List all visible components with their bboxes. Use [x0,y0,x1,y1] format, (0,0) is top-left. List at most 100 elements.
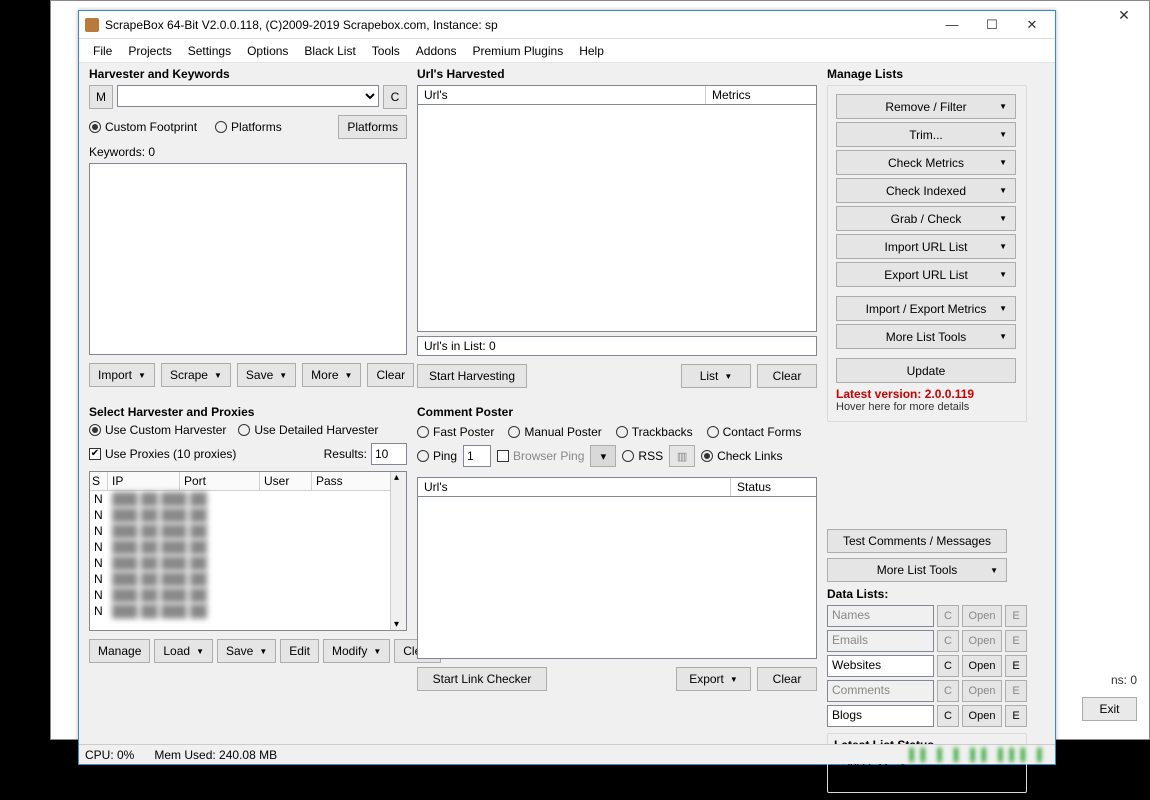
manual-poster-radio[interactable]: Manual Poster [508,425,601,439]
table-row[interactable]: N███ ██ ███ ██ [90,571,390,587]
rss-icon-button[interactable]: ▥ [669,445,695,467]
edit-button[interactable]: Edit [280,639,319,663]
minimize-icon[interactable]: — [943,17,961,32]
remove-filter-button[interactable]: Remove / Filter [836,94,1016,119]
menu-settings[interactable]: Settings [180,41,239,61]
table-row[interactable]: N███ ██ ███ ██ [90,555,390,571]
rss-radio[interactable]: RSS [622,449,663,463]
menu-tools[interactable]: Tools [364,41,408,61]
footprint-select[interactable] [117,85,379,107]
scrape-button[interactable]: Scrape [161,363,231,387]
check-indexed-button[interactable]: Check Indexed [836,178,1016,203]
open-button: Open [962,680,1002,702]
start-harvesting-button[interactable]: Start Harvesting [417,364,527,388]
import-button[interactable]: Import [89,363,155,387]
check-metrics-button[interactable]: Check Metrics [836,150,1016,175]
col-urls[interactable]: Url's [418,478,731,496]
maximize-icon[interactable]: ☐ [983,17,1001,33]
close-icon[interactable]: ✕ [1023,17,1041,33]
col-pass[interactable]: Pass [312,472,364,490]
data-lists-label: Data Lists: [827,587,1027,601]
c-button[interactable]: C [937,655,959,677]
trackbacks-radio[interactable]: Trackbacks [616,425,693,439]
datalist-label[interactable]: Blogs [827,705,934,727]
table-row[interactable]: N███ ██ ███ ██ [90,587,390,603]
use-proxies-checkbox[interactable]: Use Proxies (10 proxies) [89,447,236,461]
cp-table-body[interactable] [417,497,817,659]
clear-button[interactable]: Clear [757,364,817,388]
table-row[interactable]: N███ ██ ███ ██ [90,539,390,555]
comment-poster-panel: Comment Poster Fast Poster Manual Poster… [417,405,817,691]
menu-premium-plugins[interactable]: Premium Plugins [465,41,572,61]
c-button[interactable]: C [383,85,407,109]
table-row[interactable]: N███ ██ ███ ██ [90,603,390,619]
table-row[interactable]: N███ ██ ███ ██ [90,507,390,523]
scrollbar[interactable] [390,472,406,630]
export-button[interactable]: Export [676,667,751,691]
grab-check-button[interactable]: Grab / Check [836,206,1016,231]
col-s[interactable]: S [90,472,108,490]
datalist-label[interactable]: Websites [827,655,934,677]
menu-projects[interactable]: Projects [120,41,179,61]
clear-button[interactable]: Clear [367,363,414,387]
col-metrics[interactable]: Metrics [706,86,816,104]
menubar: File Projects Settings Options Black Lis… [79,39,1055,63]
manage-button[interactable]: Manage [89,639,150,663]
menu-addons[interactable]: Addons [408,41,465,61]
platforms-radio[interactable]: Platforms [215,120,282,134]
load-button[interactable]: Load [154,639,213,663]
keywords-listbox[interactable] [89,163,407,355]
browser-ping-checkbox[interactable]: Browser Ping [497,449,584,463]
ping-radio[interactable]: Ping [417,449,457,463]
m-button[interactable]: M [89,85,113,109]
save-button[interactable]: Save [237,363,296,387]
trim-button[interactable]: Trim... [836,122,1016,147]
test-comments-button[interactable]: Test Comments / Messages [827,529,1007,553]
fast-poster-radio[interactable]: Fast Poster [417,425,494,439]
export-url-list-button[interactable]: Export URL List [836,262,1016,287]
contact-forms-radio[interactable]: Contact Forms [707,425,802,439]
open-button[interactable]: Open [962,705,1002,727]
table-row[interactable]: N███ ██ ███ ██ [90,491,390,507]
close-icon[interactable]: ✕ [1107,7,1141,27]
menu-file[interactable]: File [85,41,120,61]
results-input[interactable] [371,443,407,465]
more-list-tools-button[interactable]: More List Tools [827,558,1007,582]
platforms-button[interactable]: Platforms [338,115,407,139]
clear-button[interactable]: Clear [757,667,817,691]
col-ip[interactable]: IP [108,472,180,490]
more-list-tools-button[interactable]: More List Tools [836,324,1016,349]
col-port[interactable]: Port [180,472,260,490]
proxy-table[interactable]: S IP Port User Pass N███ ██ ███ ██N███ █… [89,471,407,631]
import-export-metrics-button[interactable]: Import / Export Metrics [836,296,1016,321]
start-link-checker-button[interactable]: Start Link Checker [417,667,547,691]
ping-input[interactable] [463,445,491,467]
panel-header: Select Harvester and Proxies [89,405,407,419]
c-button[interactable]: C [937,705,959,727]
menu-blacklist[interactable]: Black List [296,41,363,61]
e-button[interactable]: E [1005,705,1027,727]
exit-button[interactable]: Exit [1082,697,1137,721]
main-window: ScrapeBox 64-Bit V2.0.0.118, (C)2009-201… [78,10,1056,765]
col-user[interactable]: User [260,472,312,490]
more-button[interactable]: More [302,363,361,387]
check-links-radio[interactable]: Check Links [701,449,782,463]
e-button[interactable]: E [1005,655,1027,677]
menu-options[interactable]: Options [239,41,296,61]
modify-button[interactable]: Modify [323,639,390,663]
browser-ping-dropdown[interactable]: ▾ [590,445,616,467]
custom-harvester-radio[interactable]: Use Custom Harvester [89,423,226,437]
table-row[interactable]: N███ ██ ███ ██ [90,523,390,539]
save-button[interactable]: Save [217,639,276,663]
menu-help[interactable]: Help [571,41,612,61]
col-urls[interactable]: Url's [418,86,706,104]
import-url-list-button[interactable]: Import URL List [836,234,1016,259]
update-button[interactable]: Update [836,358,1016,383]
open-button[interactable]: Open [962,655,1002,677]
detailed-harvester-radio[interactable]: Use Detailed Harvester [238,423,378,437]
col-status[interactable]: Status [731,478,816,496]
datalist-row: CommentsCOpenE [827,680,1027,702]
urls-table-body[interactable] [417,105,817,332]
list-button[interactable]: List [681,364,751,388]
custom-footprint-radio[interactable]: Custom Footprint [89,120,197,134]
